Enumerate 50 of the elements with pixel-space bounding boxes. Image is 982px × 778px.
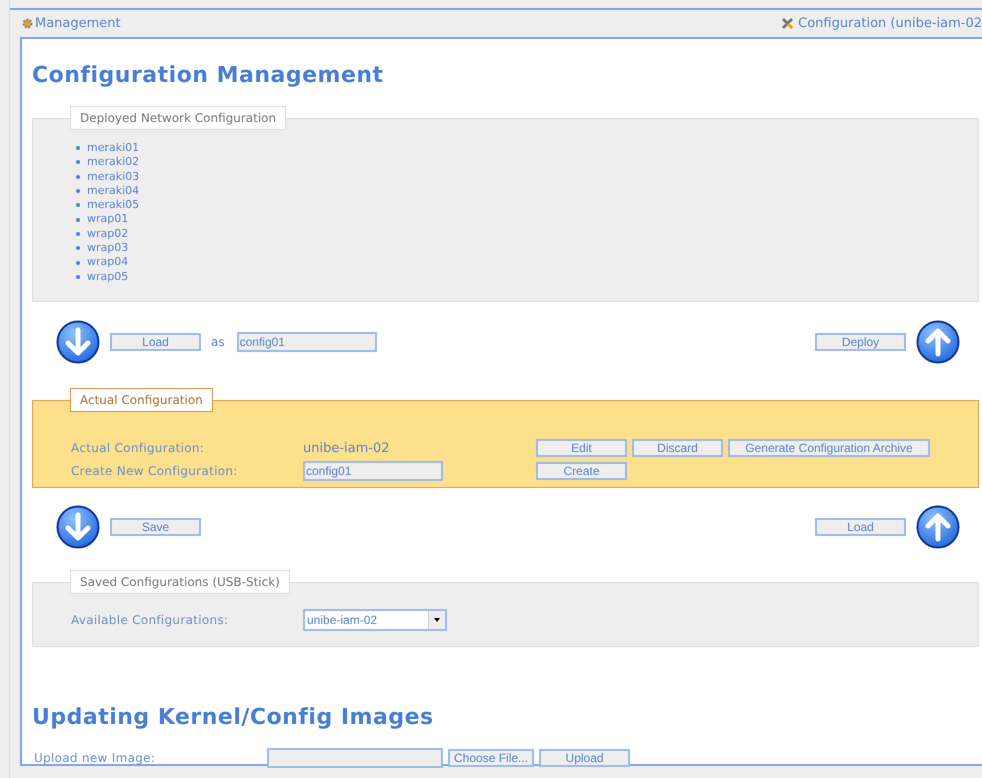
device-item: meraki03	[87, 170, 140, 184]
deploy-button[interactable]: Deploy	[815, 333, 906, 351]
upload-button[interactable]: Upload	[539, 749, 630, 767]
field-label: Available Configurations:	[71, 613, 230, 627]
device-item: wrap04	[87, 255, 128, 270]
device-item: wrap05	[87, 270, 128, 284]
bullet-icon	[76, 218, 80, 222]
tools-icon	[781, 17, 794, 30]
bullet-icon	[76, 232, 80, 236]
bullet-icon	[76, 189, 80, 194]
bullet-icon	[76, 174, 80, 179]
actual-config-value: unibe-iam-02	[303, 440, 391, 456]
load-button[interactable]: Load	[815, 518, 906, 536]
as-label: as	[211, 335, 225, 349]
action-button[interactable]: Generate Configuration Archive	[728, 439, 930, 457]
field-label: Actual Configuration:	[71, 441, 206, 455]
choose-file-button[interactable]: Choose File...	[448, 749, 534, 767]
bullet-icon	[76, 246, 80, 250]
new-config-field[interactable]: config01	[303, 461, 443, 481]
section-legend: Deployed Network Configuration	[70, 106, 286, 130]
action-button[interactable]: Discard	[632, 439, 723, 457]
bullet-icon	[76, 146, 80, 150]
page-heading: Configuration Management	[32, 63, 385, 88]
section-legend: Saved Configurations (USB-Stick)	[70, 570, 290, 594]
field-label: Upload new Image:	[34, 751, 156, 765]
bullet-icon	[76, 203, 80, 208]
device-item: meraki04	[87, 184, 140, 198]
device-item: meraki01	[87, 141, 140, 156]
field-label: Create New Configuration:	[71, 464, 239, 478]
device-item: meraki05	[87, 198, 140, 212]
action-button[interactable]: Edit	[536, 439, 627, 457]
app-title: Management	[35, 16, 121, 31]
device-item: meraki02	[87, 155, 140, 170]
caret-icon	[428, 611, 445, 629]
bullet-icon	[76, 260, 80, 265]
context-title: Configuration (unibe-iam-02	[798, 16, 982, 31]
device-item: wrap03	[87, 241, 128, 256]
config-name-field[interactable]: config01	[236, 332, 377, 352]
config-dropdown[interactable]: unibe-iam-02	[303, 609, 447, 631]
device-item: wrap01	[87, 212, 128, 227]
file-path-field[interactable]	[267, 748, 443, 768]
device-item: wrap02	[87, 226, 128, 242]
load-button[interactable]: Load	[110, 333, 201, 351]
bullet-icon	[76, 160, 80, 164]
create-button[interactable]: Create	[536, 462, 627, 480]
bullet-icon	[76, 274, 80, 279]
save-button[interactable]: Save	[110, 518, 201, 536]
gear-icon	[22, 18, 33, 29]
section-heading: Updating Kernel/Config Images	[32, 705, 435, 730]
section-legend: Actual Configuration	[70, 388, 213, 412]
